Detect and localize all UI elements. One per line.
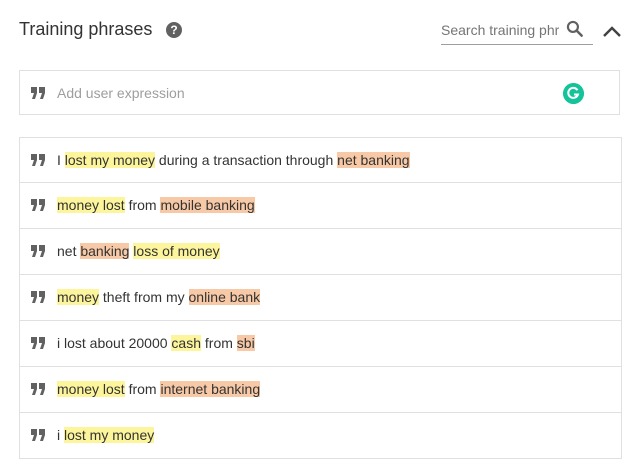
entity-annotation[interactable]: lost my money	[64, 152, 156, 168]
quote-icon	[31, 87, 45, 99]
chevron-up-icon[interactable]	[602, 24, 622, 38]
quote-icon	[31, 383, 45, 395]
entity-annotation[interactable]: online bank	[188, 289, 261, 305]
training-phrase-text[interactable]: i lost about 20000 cash from sbi	[57, 321, 255, 366]
entity-annotation[interactable]: cash	[171, 335, 201, 351]
entity-annotation[interactable]: money lost	[57, 381, 125, 397]
phrase-segment: during a transaction through	[155, 152, 338, 168]
phrase-segment: i lost about 20000	[57, 335, 172, 351]
search-box	[441, 18, 593, 45]
entity-annotation[interactable]: sbi	[236, 335, 255, 351]
phrase-segment: I	[57, 152, 65, 168]
training-phrase-text[interactable]: money theft from my online bank	[57, 275, 261, 320]
phrase-segment: i	[57, 427, 64, 443]
phrase-segment: net	[57, 243, 81, 259]
section-title: Training phrases	[19, 19, 153, 39]
phrase-segment: from	[201, 335, 237, 351]
entity-annotation[interactable]: money	[57, 289, 100, 305]
training-phrase-text[interactable]: money lost from internet banking	[57, 367, 261, 412]
quote-icon	[31, 154, 45, 166]
training-phrase-row[interactable]: money lost from internet banking	[19, 367, 622, 413]
training-phrase-row[interactable]: money lost from mobile banking	[19, 183, 622, 229]
add-expression-row	[19, 70, 620, 115]
entity-annotation[interactable]: lost my money	[64, 427, 155, 443]
search-input[interactable]	[441, 18, 559, 42]
entity-annotation[interactable]: loss of money	[133, 243, 220, 259]
entity-annotation[interactable]: banking	[80, 243, 130, 259]
quote-icon	[31, 429, 45, 441]
training-phrases-header: Training phrases ?	[0, 0, 640, 62]
quote-icon	[31, 245, 45, 257]
training-phrase-row[interactable]: i lost my money	[19, 413, 622, 459]
training-phrase-row[interactable]: net banking loss of money	[19, 229, 622, 275]
training-phrase-list: I lost my money during a transaction thr…	[19, 137, 622, 459]
search-icon[interactable]	[565, 19, 585, 39]
training-phrase-text[interactable]: money lost from mobile banking	[57, 183, 255, 228]
entity-annotation[interactable]: internet banking	[160, 381, 261, 397]
quote-icon	[31, 337, 45, 349]
training-phrase-text[interactable]: I lost my money during a transaction thr…	[57, 138, 410, 183]
entity-annotation[interactable]: net banking	[337, 152, 410, 168]
help-icon[interactable]: ?	[166, 22, 182, 38]
add-user-expression-input[interactable]	[57, 81, 537, 105]
entity-annotation[interactable]: mobile banking	[160, 197, 255, 213]
training-phrase-text[interactable]: net banking loss of money	[57, 229, 220, 274]
training-phrase-row[interactable]: i lost about 20000 cash from sbi	[19, 321, 622, 367]
quote-icon	[31, 199, 45, 211]
entity-annotation[interactable]: money lost	[57, 197, 125, 213]
phrase-segment: theft from my	[99, 289, 189, 305]
phrase-segment: from	[124, 381, 161, 397]
quote-icon	[31, 291, 45, 303]
grammarly-icon[interactable]	[563, 83, 584, 104]
phrase-segment: from	[124, 197, 161, 213]
training-phrase-text[interactable]: i lost my money	[57, 413, 155, 458]
training-phrase-row[interactable]: money theft from my online bank	[19, 275, 622, 321]
training-phrase-row[interactable]: I lost my money during a transaction thr…	[19, 137, 622, 183]
